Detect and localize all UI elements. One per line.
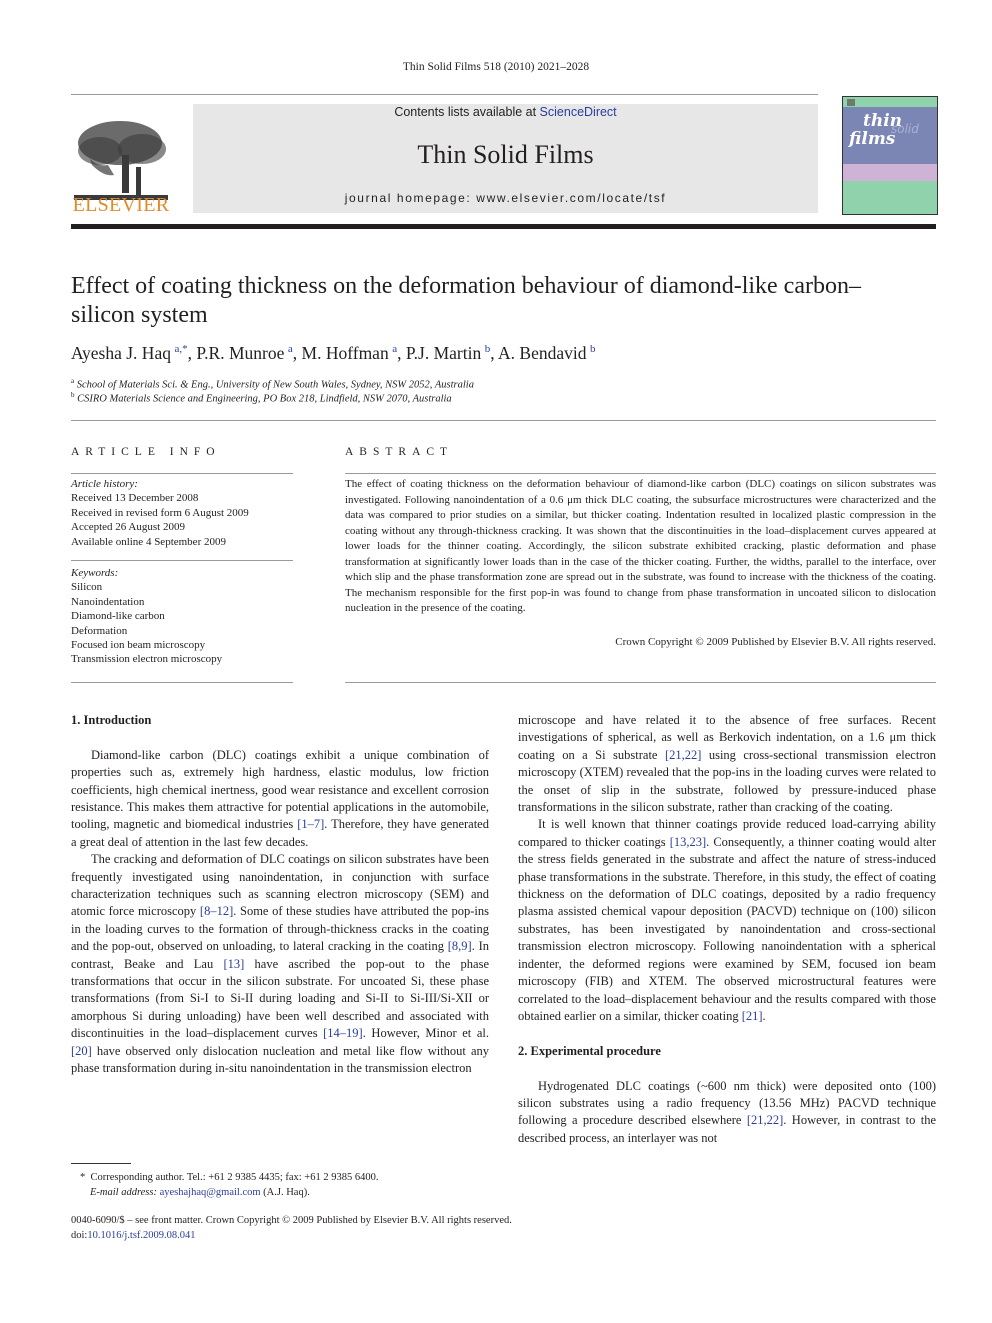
keywords: Keywords: Silicon Nanoindentation Diamon… [71, 566, 301, 667]
section-heading-introduction: 1. Introduction [71, 713, 152, 727]
affiliation-a: a School of Materials Sci. & Eng., Unive… [71, 377, 474, 391]
citation-link[interactable]: [1–7] [297, 817, 324, 831]
body-column-left: 1. Introduction Diamond-like carbon (DLC… [71, 712, 489, 1078]
paragraph: Hydrogenated DLC coatings (~600 nm thick… [518, 1078, 936, 1145]
abstract-heading: ABSTRACT [345, 446, 454, 458]
keyword: Transmission electron microscopy [71, 653, 223, 666]
keyword: Focused ion beam microscopy [71, 639, 206, 652]
citation-link[interactable]: [20] [71, 1044, 92, 1058]
divider [345, 682, 936, 683]
doi-link[interactable]: 10.1016/j.tsf.2009.08.041 [87, 1230, 195, 1241]
paragraph: It is well known that thinner coatings p… [518, 817, 936, 1023]
author-list: Ayesha J. Haq a,*, P.R. Munroe a, M. Hof… [71, 343, 596, 363]
history-item: Received in revised form 6 August 2009 [71, 506, 249, 519]
affiliation-marker: b [71, 391, 75, 399]
history-item: Available online 4 September 2009 [71, 535, 226, 548]
keywords-label: Keywords: [71, 567, 119, 579]
elsevier-wordmark: ELSEVIER [72, 194, 170, 216]
author-name[interactable]: P.J. Martin [406, 343, 481, 363]
email-label: E-mail address: [90, 1187, 160, 1198]
affiliation-text: CSIRO Materials Science and Engineering,… [77, 393, 452, 405]
author-affil-sup[interactable]: a [392, 343, 397, 355]
doi-prefix: doi: [71, 1229, 88, 1241]
body-column-right: microscope and have related it to the ab… [518, 712, 936, 1147]
citation-link[interactable]: [8,9] [448, 939, 472, 953]
email-suffix: (A.J. Haq). [260, 1187, 310, 1198]
footnote: * Corresponding author. Tel.: +61 2 9385… [80, 1170, 378, 1200]
cover-word-films: films [849, 129, 896, 149]
affiliation-marker: a [71, 377, 75, 385]
email-link[interactable]: ayeshajhaq@gmail.com [160, 1187, 261, 1198]
abstract-copyright: Crown Copyright © 2009 Published by Else… [615, 636, 936, 648]
citation-link[interactable]: [21,22] [665, 748, 701, 762]
journal-homepage-link[interactable]: journal homepage: www.elsevier.com/locat… [193, 191, 818, 205]
page-footer: 0040-6090/$ – see front matter. Crown Co… [71, 1214, 512, 1243]
author-name[interactable]: A. Bendavid [498, 343, 586, 363]
paragraph: Diamond-like carbon (DLC) coatings exhib… [71, 747, 489, 849]
citation-link[interactable]: [21,22] [747, 1113, 783, 1127]
author-affil-sup[interactable]: b [485, 343, 491, 355]
citation-link[interactable]: [13,23] [670, 835, 706, 849]
history-item: Accepted 26 August 2009 [71, 521, 185, 534]
divider [345, 473, 936, 474]
keyword: Deformation [71, 624, 128, 637]
article-history: Article history: Received 13 December 20… [71, 477, 301, 549]
divider [71, 473, 293, 474]
author-name[interactable]: P.R. Munroe [196, 343, 284, 363]
abstract-text: The effect of coating thickness on the d… [345, 478, 936, 614]
author-affil-sup[interactable]: a [288, 343, 293, 355]
running-head: Thin Solid Films 518 (2010) 2021–2028 [402, 61, 590, 73]
top-rule [71, 94, 818, 95]
article-title: Effect of coating thickness on the defor… [71, 273, 861, 328]
author-name[interactable]: M. Hoffman [302, 343, 389, 363]
divider [71, 560, 293, 561]
journal-name: Thin Solid Films [417, 140, 594, 169]
header-thick-rule [71, 224, 936, 229]
citation-link[interactable]: [13] [223, 957, 244, 971]
cover-emblem-icon [847, 99, 855, 106]
cover-band-pink [843, 164, 937, 181]
footnote-marker: * [80, 1172, 86, 1183]
citation-link[interactable]: [8–12] [200, 904, 233, 918]
history-item: Received 13 December 2008 [71, 492, 199, 505]
history-label: Article history: [71, 478, 138, 490]
divider [71, 682, 293, 683]
contents-prefix: Contents lists available at [394, 105, 540, 119]
section-heading-experimental: 2. Experimental procedure [518, 1043, 661, 1058]
section-divider [71, 420, 936, 421]
paragraph: The cracking and deformation of DLC coat… [71, 852, 490, 1076]
corresponding-author-note: Corresponding author. Tel.: +61 2 9385 4… [90, 1172, 379, 1183]
footnote-rule [71, 1163, 131, 1164]
affiliation-text: School of Materials Sci. & Eng., Univers… [76, 379, 474, 391]
author-affil-sup[interactable]: b [590, 343, 596, 355]
keyword: Diamond-like carbon [71, 610, 165, 623]
citation-link[interactable]: [14–19] [323, 1026, 363, 1040]
author-name[interactable]: Ayesha J. Haq [71, 343, 171, 363]
journal-cover-image: thin solid films [842, 96, 938, 215]
author-affil-sup[interactable]: a,* [174, 343, 187, 355]
keyword: Nanoindentation [71, 595, 145, 608]
citation-link[interactable]: [21] [742, 1009, 763, 1023]
sciencedirect-link[interactable]: ScienceDirect [540, 105, 617, 119]
contents-line: Contents lists available at ScienceDirec… [193, 105, 818, 119]
paragraph: microscope and have related it to the ab… [518, 713, 936, 815]
keyword: Silicon [71, 581, 103, 594]
affiliation-b: b CSIRO Materials Science and Engineerin… [71, 391, 452, 405]
issn-line: 0040-6090/$ – see front matter. Crown Co… [71, 1215, 512, 1226]
article-info-heading: ARTICLE INFO [71, 446, 221, 458]
